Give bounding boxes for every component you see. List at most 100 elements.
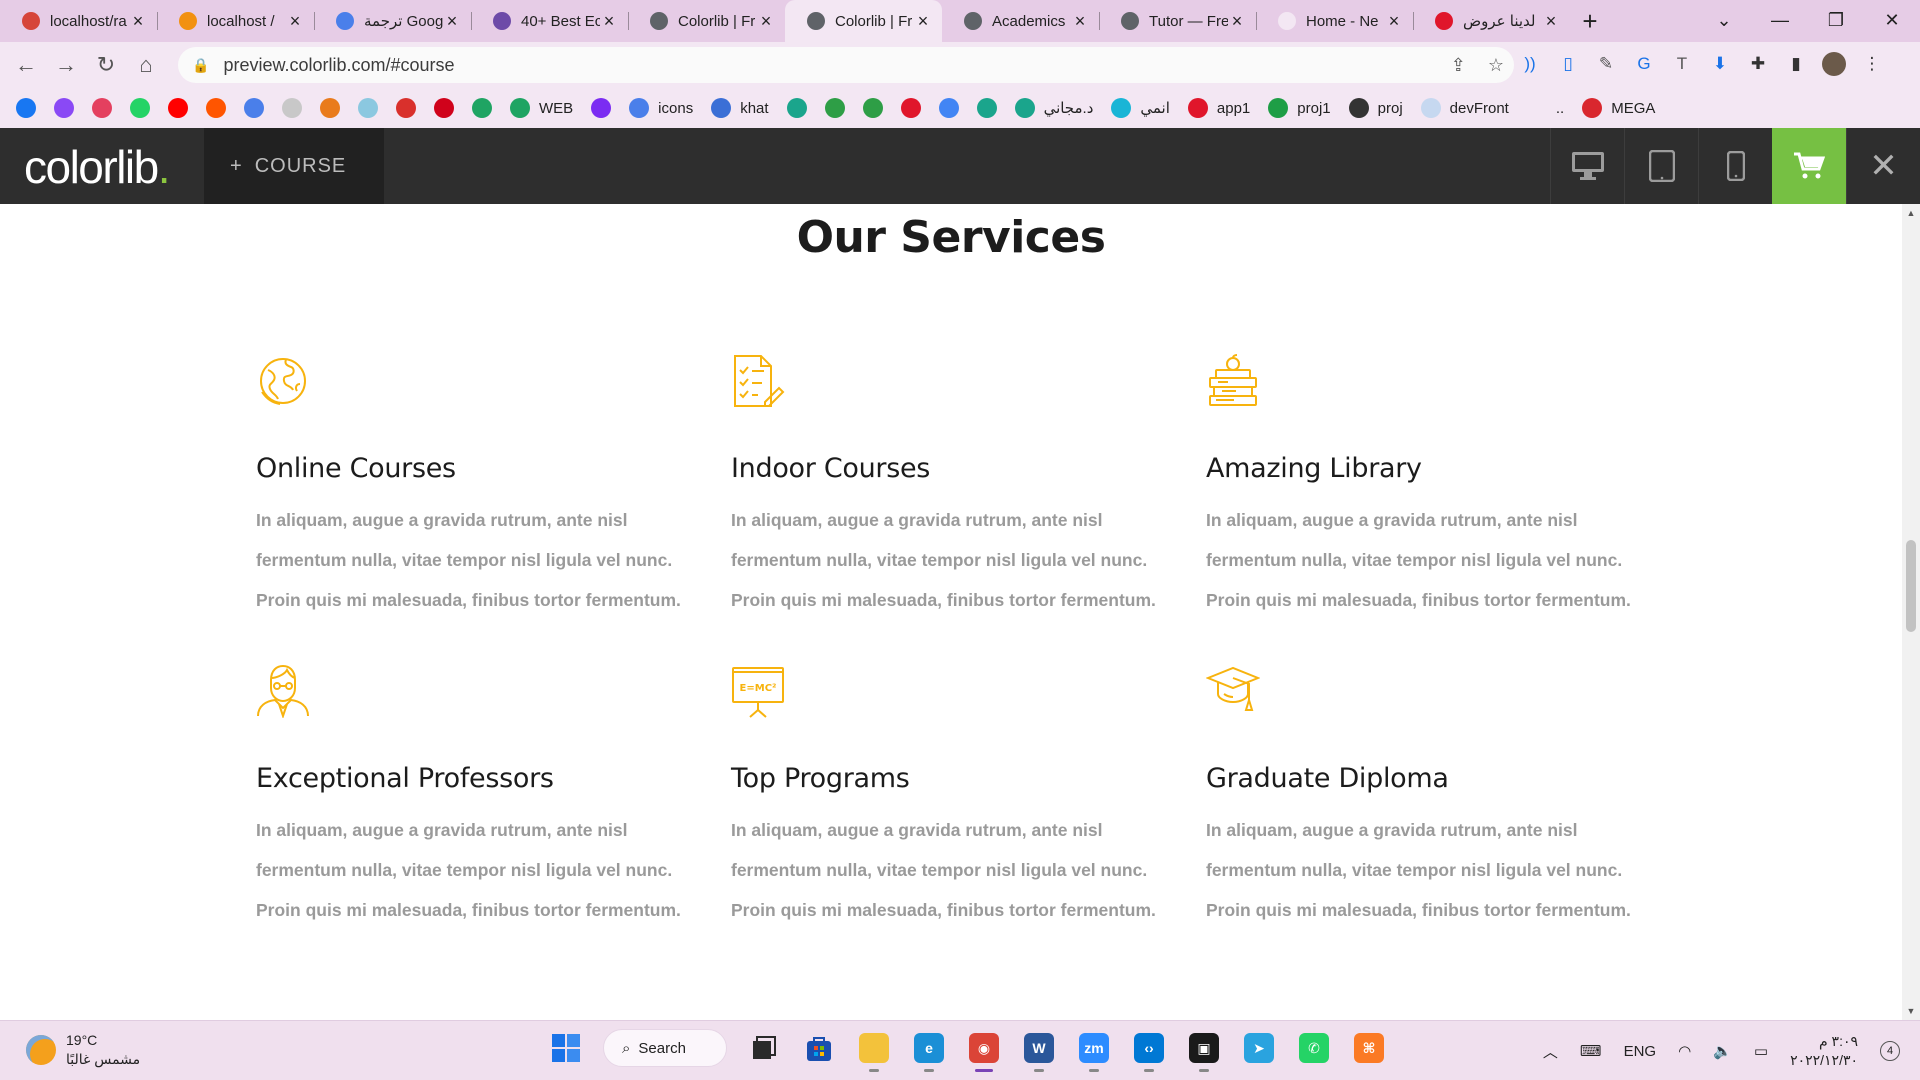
weather-widget[interactable]: 19°C مشمس غالبًا	[26, 1031, 140, 1069]
desktop-view-button[interactable]	[1550, 128, 1624, 204]
telegram-app[interactable]: ➤	[1241, 1029, 1277, 1067]
browser-tab[interactable]: localhost/ra ×	[0, 0, 157, 42]
browser-tab[interactable]: localhost / ×	[157, 0, 314, 42]
mobile-view-button[interactable]	[1698, 128, 1772, 204]
bookmark-item[interactable]	[862, 98, 883, 118]
browser-tab[interactable]: Home - Ne ×	[1256, 0, 1413, 42]
bookmark-item[interactable]	[786, 98, 807, 118]
buy-cart-button[interactable]	[1772, 128, 1846, 204]
bookmark-item[interactable]: انمي	[1111, 98, 1170, 118]
clipboard-icon[interactable]: ▯	[1554, 48, 1582, 80]
bookmark-item[interactable]	[976, 98, 997, 118]
colorlib-logo[interactable]: colorlib.	[24, 140, 171, 194]
bookmark-item[interactable]	[434, 98, 454, 118]
home-button[interactable]: ⌂	[126, 45, 166, 85]
course-dropdown-button[interactable]: + COURSE	[204, 128, 384, 204]
bookmark-item[interactable]	[472, 98, 492, 118]
forward-button[interactable]: →	[46, 45, 86, 85]
bookmark-item[interactable]: MEGA	[1582, 98, 1655, 118]
url-text[interactable]: preview.colorlib.com/#course	[223, 55, 454, 76]
browser-tab[interactable]: لدينا عروض ×	[1413, 0, 1570, 42]
page-scrollbar[interactable]: ▲ ▼	[1902, 204, 1920, 1020]
store-app[interactable]	[801, 1029, 837, 1067]
bookmark-item[interactable]	[168, 98, 188, 118]
tab-close-icon[interactable]: ×	[129, 11, 147, 32]
bookmark-item[interactable]: proj	[1348, 98, 1403, 118]
share-icon[interactable]: ⇪	[1451, 55, 1466, 76]
zoom-app[interactable]: zm	[1076, 1029, 1112, 1072]
tab-close-icon[interactable]: ×	[600, 11, 618, 32]
read-aloud-icon[interactable]: ))	[1516, 48, 1544, 80]
whatsapp-app[interactable]: ✆	[1296, 1029, 1332, 1067]
file-explorer-app[interactable]	[856, 1029, 892, 1072]
bookmark-item[interactable]	[591, 98, 612, 118]
tablet-view-button[interactable]	[1624, 128, 1698, 204]
word-app[interactable]: W	[1021, 1029, 1057, 1072]
tab-close-icon[interactable]: ×	[443, 11, 461, 32]
terminal-app[interactable]: ▣	[1186, 1029, 1222, 1072]
tab-close-icon[interactable]: ×	[757, 11, 775, 32]
back-button[interactable]: ←	[6, 45, 46, 85]
maximize-button[interactable]: ❐	[1808, 0, 1864, 40]
bookmark-item[interactable]	[130, 98, 150, 118]
font-icon[interactable]: T	[1668, 48, 1696, 80]
scroll-thumb[interactable]	[1906, 540, 1916, 632]
bookmark-item[interactable]	[824, 98, 845, 118]
edge-app[interactable]: e	[911, 1029, 947, 1072]
bookmark-item[interactable]: khat	[711, 98, 769, 118]
lock-icon[interactable]: 🔒	[192, 57, 209, 74]
bookmark-item[interactable]	[358, 98, 378, 118]
browser-tab[interactable]: Tutor — Fre ×	[1099, 0, 1256, 42]
eyedropper-icon[interactable]: ✎	[1592, 48, 1620, 80]
menu-dots-icon[interactable]: ⋮	[1858, 48, 1886, 80]
notification-badge[interactable]: 4	[1880, 1041, 1900, 1061]
bookmark-item[interactable]: devFront	[1420, 98, 1509, 118]
scroll-up-icon[interactable]: ▲	[1902, 208, 1920, 218]
volume-icon[interactable]: 🔈	[1713, 1042, 1732, 1060]
language-indicator[interactable]: ENG	[1624, 1043, 1657, 1060]
download-icon[interactable]: ⬇	[1706, 48, 1734, 80]
vscode-app[interactable]: ‹›	[1131, 1029, 1167, 1072]
task-view-button[interactable]	[746, 1029, 782, 1067]
bookmark-item[interactable]	[16, 98, 36, 118]
bookmark-item[interactable]: WEB	[510, 98, 573, 118]
chrome-app[interactable]: ◉	[966, 1029, 1002, 1072]
xampp-app[interactable]: ⌘	[1351, 1029, 1387, 1067]
logo-text[interactable]: colorlib	[24, 141, 159, 193]
bookmark-item[interactable]: د.مجاني	[1014, 98, 1093, 118]
bookmark-item[interactable]	[206, 98, 226, 118]
bookmark-item[interactable]	[54, 98, 74, 118]
side-panel-icon[interactable]: ▮	[1782, 48, 1810, 80]
browser-tab[interactable]: Colorlib | Fr ×	[628, 0, 785, 42]
bookmark-item[interactable]: icons	[629, 98, 693, 118]
bookmark-item[interactable]: ..	[1526, 98, 1564, 118]
bookmark-item[interactable]	[396, 98, 416, 118]
start-button[interactable]	[548, 1029, 584, 1067]
close-preview-button[interactable]: ✕	[1846, 128, 1920, 204]
battery-icon[interactable]: ▭	[1754, 1042, 1768, 1060]
taskbar-search[interactable]: ⌕ Search	[603, 1029, 727, 1067]
bookmark-item[interactable]: proj1	[1268, 98, 1331, 118]
tab-close-icon[interactable]: ×	[914, 11, 932, 32]
browser-tab[interactable]: ترجمة Google×	[314, 0, 471, 42]
tab-close-icon[interactable]: ×	[286, 11, 304, 32]
new-tab-button[interactable]: +	[1570, 0, 1610, 42]
minimize-button[interactable]: —	[1752, 0, 1808, 40]
bookmark-star-icon[interactable]: ☆	[1488, 55, 1504, 76]
keyboard-icon[interactable]: ⌨	[1580, 1042, 1602, 1060]
clock[interactable]: ٣:٠٩ م ٢٠٢٢/١٢/٣٠	[1790, 1032, 1858, 1070]
tab-close-icon[interactable]: ×	[1385, 11, 1403, 32]
bookmark-item[interactable]	[320, 98, 340, 118]
tray-chevron-up-icon[interactable]: ︿	[1543, 1041, 1558, 1062]
translate-icon[interactable]: G	[1630, 48, 1658, 80]
close-window-button[interactable]: ✕	[1864, 0, 1920, 40]
bookmark-item[interactable]	[938, 98, 959, 118]
profile-avatar[interactable]	[1820, 48, 1848, 80]
bookmark-item[interactable]: app1	[1187, 98, 1250, 118]
tab-close-icon[interactable]: ×	[1228, 11, 1246, 32]
bookmark-item[interactable]	[244, 98, 264, 118]
chevron-down-icon[interactable]: ⌄	[1696, 0, 1752, 40]
bookmark-item[interactable]	[282, 98, 302, 118]
browser-tab[interactable]: 40+ Best Ec ×	[471, 0, 628, 42]
extensions-puzzle-icon[interactable]: ✚	[1744, 48, 1772, 80]
